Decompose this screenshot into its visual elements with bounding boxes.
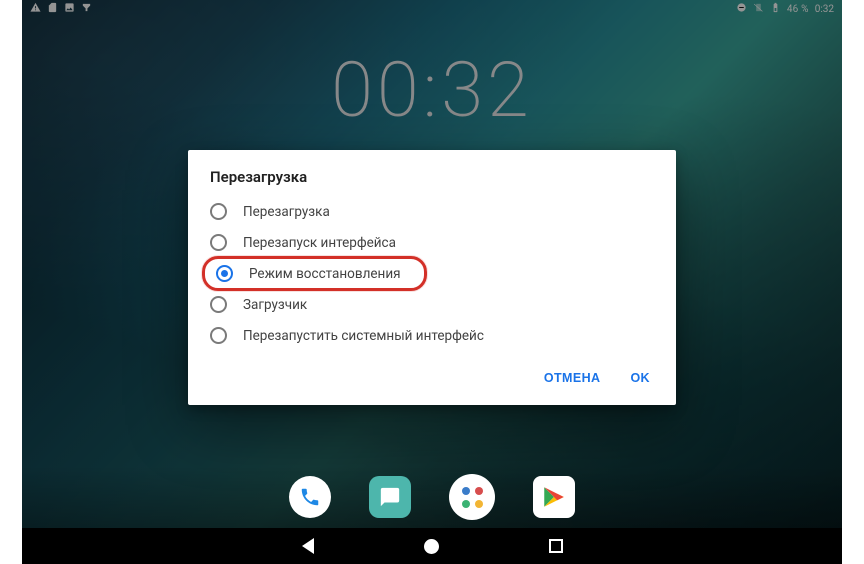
option-reboot[interactable]: Перезагрузка <box>194 196 670 227</box>
home-button[interactable] <box>424 539 439 554</box>
option-recovery[interactable]: Режим восстановления <box>200 258 417 289</box>
radio-icon <box>210 234 227 251</box>
option-label: Режим восстановления <box>249 266 401 282</box>
reboot-dialog: Перезагрузка Перезагрузка Перезапуск инт… <box>188 150 676 405</box>
messages-app-icon[interactable] <box>369 476 411 518</box>
radio-icon <box>210 296 227 313</box>
cancel-button[interactable]: ОТМЕНА <box>540 365 605 391</box>
back-button[interactable] <box>302 538 314 554</box>
radio-icon <box>210 327 227 344</box>
option-restart-systemui[interactable]: Перезапустить системный интерфейс <box>194 320 670 351</box>
recents-button[interactable] <box>549 539 563 553</box>
home-screen: 46 % 0:32 00:32 Перезагрузка Перезагрузк… <box>22 0 842 564</box>
option-label: Перезапуск интерфейса <box>243 235 396 251</box>
option-label: Загрузчик <box>243 297 307 313</box>
radio-icon-selected <box>216 265 233 282</box>
option-label: Перезагрузка <box>243 204 330 220</box>
dialog-actions: ОТМЕНА OK <box>188 351 676 399</box>
option-restart-ui[interactable]: Перезапуск интерфейса <box>194 227 670 258</box>
radio-icon <box>210 203 227 220</box>
ok-button[interactable]: OK <box>626 365 654 391</box>
dock <box>22 466 842 528</box>
dialog-title: Перезагрузка <box>188 168 676 196</box>
play-store-icon[interactable] <box>533 476 575 518</box>
phone-app-icon[interactable] <box>289 476 331 518</box>
option-label: Перезапустить системный интерфейс <box>243 328 484 344</box>
navigation-bar <box>22 528 842 564</box>
option-bootloader[interactable]: Загрузчик <box>194 289 670 320</box>
dialog-options: Перезагрузка Перезапуск интерфейса Режим… <box>188 196 676 351</box>
app-drawer-icon[interactable] <box>449 474 495 520</box>
